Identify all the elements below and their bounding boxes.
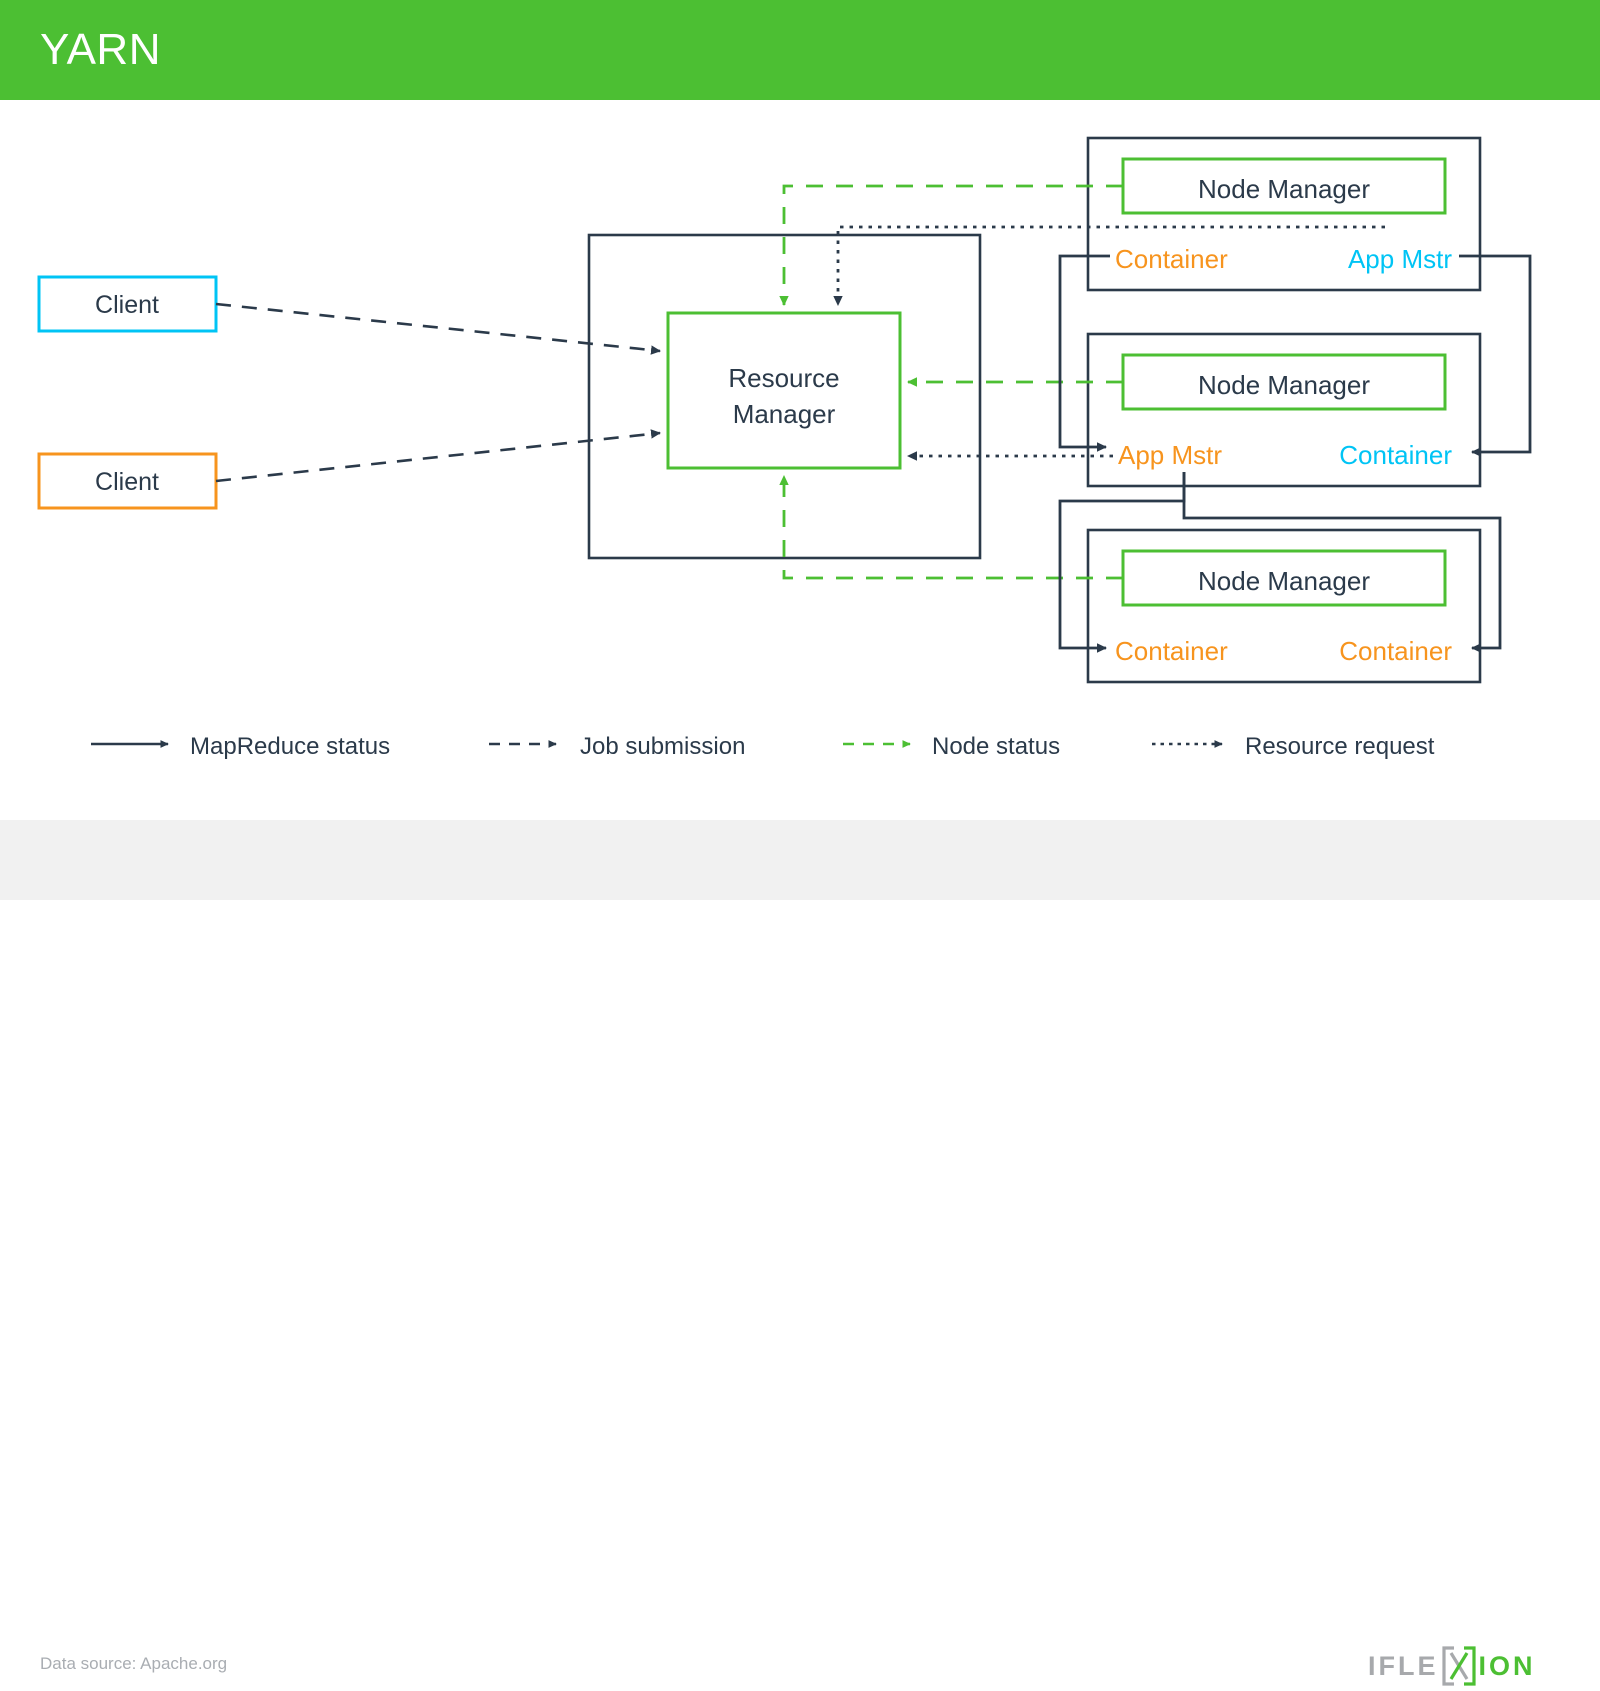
client-box-2[interactable]: Client bbox=[37, 452, 218, 510]
resource-manager-box[interactable]: Resource Manager bbox=[666, 311, 902, 470]
node-2-right-label: Container bbox=[1339, 440, 1452, 470]
footer-bar: Data source: Apache.org IFLE ION bbox=[0, 820, 1600, 1686]
node-manager-block-1[interactable]: Node Manager Container App Mstr bbox=[1086, 136, 1482, 292]
edge-node-status-node3 bbox=[779, 475, 1123, 580]
data-source-note: Data source: Apache.org bbox=[40, 1654, 228, 1673]
legend-item-resource-request: Resource request bbox=[1152, 733, 1435, 760]
edge-node-status-node1 bbox=[779, 184, 1123, 306]
node-2-left-label: App Mstr bbox=[1118, 440, 1222, 470]
resource-manager-label-line1: Resource bbox=[728, 363, 839, 393]
node-1-right-label: App Mstr bbox=[1348, 244, 1452, 274]
legend-label-0: MapReduce status bbox=[190, 733, 390, 760]
slide-canvas: YARN Client Client Resource Manager Node… bbox=[0, 0, 1600, 1686]
resource-manager-label-line2: Manager bbox=[733, 399, 836, 429]
node-manager-title-2: Node Manager bbox=[1198, 370, 1370, 400]
node-manager-title-3: Node Manager bbox=[1198, 566, 1370, 596]
node-3-left-label: Container bbox=[1115, 636, 1228, 666]
legend-label-2: Node status bbox=[932, 733, 1060, 760]
edge-job-submission-client1 bbox=[215, 302, 661, 355]
node-manager-title-1: Node Manager bbox=[1198, 174, 1370, 204]
iflexion-logo: IFLE ION bbox=[1368, 1646, 1536, 1686]
logo-prefix: IFLE bbox=[1368, 1651, 1439, 1681]
legend-item-node-status: Node status bbox=[843, 733, 1060, 760]
node-3-right-label: Container bbox=[1339, 636, 1452, 666]
logo-x-mark bbox=[1440, 1646, 1478, 1686]
edge-job-submission-client2 bbox=[215, 429, 661, 483]
node-manager-block-2[interactable]: Node Manager App Mstr Container bbox=[1086, 332, 1482, 488]
legend-label-3: Resource request bbox=[1245, 733, 1435, 760]
legend: MapReduce status Job submission Node sta… bbox=[91, 733, 1435, 760]
legend-label-1: Job submission bbox=[580, 733, 745, 760]
node-1-left-label: Container bbox=[1115, 244, 1228, 274]
client-box-1-label: Client bbox=[95, 291, 159, 319]
yarn-architecture-diagram: Client Client Resource Manager Node Mana… bbox=[37, 136, 1532, 760]
legend-item-mapreduce-status: MapReduce status bbox=[91, 733, 390, 760]
logo-suffix: ION bbox=[1478, 1651, 1536, 1681]
node-manager-block-3[interactable]: Node Manager Container Container bbox=[1086, 528, 1482, 684]
client-box-2-label: Client bbox=[95, 468, 159, 496]
legend-item-job-submission: Job submission bbox=[489, 733, 745, 760]
client-box-1[interactable]: Client bbox=[37, 275, 218, 333]
